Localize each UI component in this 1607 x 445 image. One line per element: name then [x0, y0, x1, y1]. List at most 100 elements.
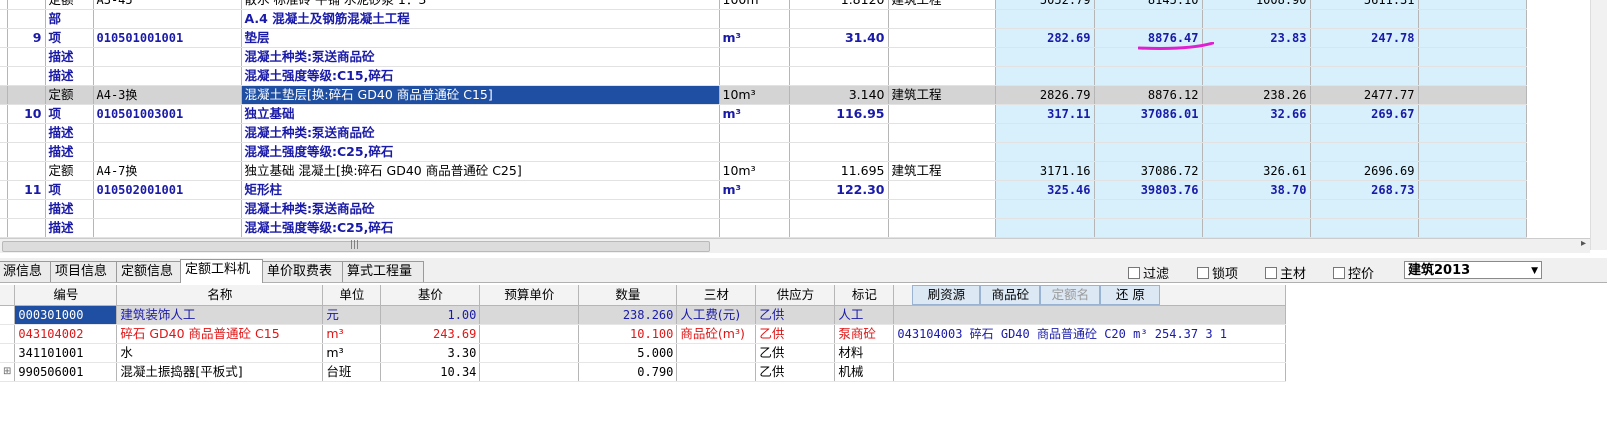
item-name[interactable]: 矩形柱 — [241, 180, 720, 200]
tab-formula-quantity[interactable]: 算式工程量 — [342, 261, 424, 282]
unit[interactable]: m³ — [322, 343, 382, 363]
quantity[interactable]: 5.000 — [578, 343, 678, 363]
toolbar-button[interactable]: 商品砼 — [980, 285, 1041, 305]
tab-quota-info[interactable]: 定额信息 — [116, 261, 184, 282]
item-name[interactable]: 独立基础 — [241, 104, 720, 124]
bill-row[interactable]: 9 项 010501001001 垫层 m³ 31.40 282.69 8876.47 23.8… — [0, 28, 1590, 48]
material-row[interactable]: 341101001 水 m³ 3.30 5.000 乙供 材料 — [0, 343, 1287, 363]
material-row[interactable]: 043104002 碎石 GD40 商品普通砼 C15 m³ 243.69 10.100… — [0, 324, 1287, 344]
item-name[interactable]: 混凝土种类:泵送商品砼 — [241, 199, 720, 219]
tab-source-info[interactable]: 源信息 — [0, 261, 52, 282]
item-name[interactable]: 混凝土强度等级:C15,碎石 — [241, 66, 720, 86]
scroll-right-arrow-icon[interactable]: ▸ — [1581, 238, 1586, 249]
base-price[interactable]: 10.34 — [380, 362, 481, 382]
horizontal-scrollbar[interactable]: ||| ▸ — [0, 238, 1590, 253]
mark[interactable]: 机械 — [834, 362, 895, 382]
tab-quota-materials[interactable]: 定额工料机 — [180, 259, 263, 283]
column-header[interactable]: 预算单价 — [479, 285, 580, 306]
scroll-thumb[interactable]: ||| — [2, 240, 710, 252]
material-name[interactable]: 碎石 GD40 商品普通砼 C15 — [116, 324, 324, 344]
material-class[interactable] — [676, 362, 757, 382]
unit[interactable]: 台班 — [322, 362, 382, 382]
quantity[interactable]: 238.260 — [578, 305, 678, 325]
quantity[interactable]: 11.695 — [789, 161, 889, 181]
vertical-scrollbar[interactable] — [1590, 0, 1607, 250]
bill-row[interactable]: 定额A3-45散水 标准砖 平铺 水泥砂浆 1：3100m²1.8120建筑工程… — [0, 0, 1590, 10]
quantity[interactable] — [789, 142, 889, 162]
quota-library-select[interactable]: 建筑2013 ▼ — [1404, 261, 1542, 279]
quantity[interactable] — [789, 47, 889, 67]
bill-row[interactable]: 描述 混凝土强度等级:C25,碎石 — [0, 142, 1590, 162]
quantity[interactable]: 3.140 — [789, 85, 889, 105]
mark[interactable]: 泵商砼 — [834, 324, 895, 344]
mark[interactable]: 材料 — [834, 343, 895, 363]
supplier[interactable]: 乙供 — [755, 362, 836, 382]
toolbar-button[interactable]: 定额名 — [1040, 285, 1101, 305]
mark[interactable]: 人工 — [834, 305, 895, 325]
budget-price[interactable] — [479, 324, 580, 344]
quantity[interactable]: 31.40 — [789, 28, 889, 48]
bill-row[interactable]: 10 项 010501003001 独立基础 m³ 116.95 317.11 37086.0… — [0, 104, 1590, 124]
column-header[interactable]: 基价 — [380, 285, 481, 306]
chevron-down-icon[interactable]: ▼ — [1531, 262, 1538, 280]
item-name[interactable]: 混凝土强度等级:C25,碎石 — [241, 218, 720, 238]
material-class[interactable] — [676, 343, 757, 363]
column-header[interactable]: 三材 — [676, 285, 757, 306]
material-name[interactable]: 水 — [116, 343, 324, 363]
column-header[interactable]: 供应方 — [755, 285, 836, 306]
material-name[interactable]: 混凝土振捣器[平板式] — [116, 362, 324, 382]
material-code[interactable]: 341101001 — [14, 343, 118, 363]
bill-row[interactable]: 11 项 010502001001 矩形柱 m³ 122.30 325.46 39803.76… — [0, 180, 1590, 200]
price-control-checkbox[interactable]: 控价 — [1333, 263, 1374, 282]
replacement-reference[interactable] — [893, 305, 1287, 325]
quantity[interactable] — [789, 199, 889, 219]
column-header[interactable]: 名称 — [116, 285, 324, 306]
material-code[interactable]: 000301000 — [14, 305, 118, 325]
material-class[interactable]: 商品砼(m³) — [676, 324, 757, 344]
budget-price[interactable] — [479, 305, 580, 325]
bill-row[interactable]: 部 A.4 混凝土及钢筋混凝土工程 — [0, 9, 1590, 29]
supplier[interactable]: 乙供 — [755, 305, 836, 325]
material-class[interactable]: 人工费(元) — [676, 305, 757, 325]
replacement-reference[interactable]: 043104003 碎石 GD40 商品普通砼 C20 m³ 254.37 3 … — [893, 324, 1287, 344]
main-material-checkbox[interactable]: 主材 — [1265, 263, 1306, 282]
bill-row[interactable]: 定额 A4-3换 混凝土垫层[换:碎石 GD40 商品普通砼 C15] 10m³ 3.1… — [0, 85, 1590, 105]
unit[interactable]: m³ — [322, 324, 382, 344]
material-row[interactable]: 000301000 建筑装饰人工元 1.00 238.260 人工费(元) 乙供 人工 — [0, 305, 1287, 325]
bill-row[interactable]: 描述 混凝土种类:泵送商品砼 — [0, 199, 1590, 219]
item-name[interactable]: A.4 混凝土及钢筋混凝土工程 — [241, 9, 720, 29]
item-name[interactable]: 垫层 — [241, 28, 720, 48]
unit[interactable]: 元 — [322, 305, 382, 325]
material-row[interactable]: ⊞ 990506001 混凝土振捣器[平板式] 台班 10.34 0.790 乙供 机械 — [0, 362, 1287, 382]
quota-materials-grid[interactable]: 编号 名称 单位 基价 预算单价 数量 三材 供应方 标记 刷资源 商品砼 定额名还 原 0003010… — [0, 285, 1287, 382]
item-name[interactable]: 独立基础 混凝土[换:碎石 GD40 商品普通砼 C25] — [241, 161, 720, 181]
expand-icon[interactable]: ⊞ — [0, 362, 16, 382]
toolbar-button[interactable]: 还 原 — [1100, 285, 1161, 305]
material-code[interactable]: 990506001 — [14, 362, 118, 382]
bill-items-grid[interactable]: 定额A3-45散水 标准砖 平铺 水泥砂浆 1：3100m²1.8120建筑工程… — [0, 0, 1590, 238]
bill-row[interactable]: 描述 混凝土强度等级:C15,碎石 — [0, 66, 1590, 86]
quantity[interactable]: 116.95 — [789, 104, 889, 124]
budget-price[interactable] — [479, 362, 580, 382]
quantity[interactable] — [789, 9, 889, 29]
quantity[interactable]: 0.790 — [578, 362, 678, 382]
filter-checkbox[interactable]: 过滤 — [1128, 263, 1169, 282]
tab-project-info[interactable]: 项目信息 — [50, 261, 117, 282]
item-name[interactable]: 混凝土种类:泵送商品砼 — [241, 123, 720, 143]
supplier[interactable]: 乙供 — [755, 324, 836, 344]
base-price[interactable]: 1.00 — [380, 305, 481, 325]
material-code[interactable]: 043104002 — [14, 324, 118, 344]
bill-row[interactable]: 描述 混凝土种类:泵送商品砼 — [0, 47, 1590, 67]
quantity[interactable]: 122.30 — [789, 180, 889, 200]
column-header[interactable]: 数量 — [578, 285, 678, 306]
material-name[interactable]: 建筑装饰人工 — [116, 305, 324, 325]
replacement-reference[interactable] — [893, 362, 1287, 382]
quantity[interactable] — [789, 218, 889, 238]
quantity[interactable]: 1.8120 — [789, 0, 889, 10]
item-name[interactable]: 混凝土垫层[换:碎石 GD40 商品普通砼 C15] — [241, 85, 720, 105]
bill-row[interactable]: 描述 混凝土强度等级:C25,碎石 — [0, 218, 1590, 238]
quantity[interactable] — [789, 123, 889, 143]
bill-row[interactable]: 定额 A4-7换 独立基础 混凝土[换:碎石 GD40 商品普通砼 C25] 10m³… — [0, 161, 1590, 181]
base-price[interactable]: 3.30 — [380, 343, 481, 363]
column-header[interactable]: 单位 — [322, 285, 382, 306]
